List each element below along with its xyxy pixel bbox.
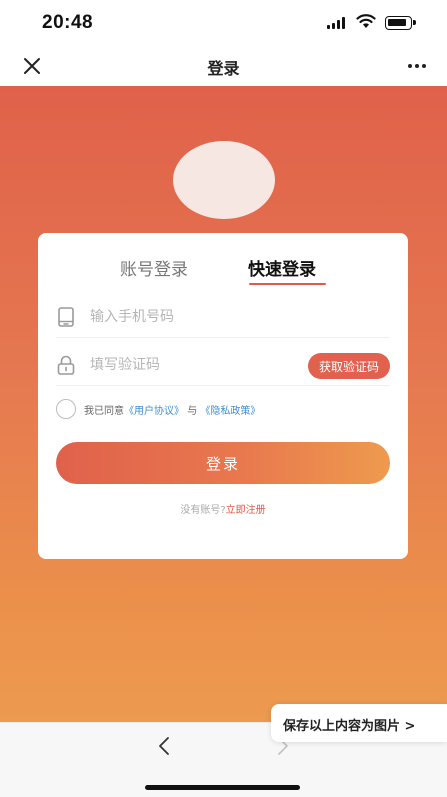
tab-quick-login[interactable]: 快速登录 (248, 255, 316, 280)
wifi-icon (356, 14, 376, 28)
battery-icon (385, 16, 416, 30)
lock-icon (57, 355, 75, 375)
phone-icon (58, 307, 74, 327)
nav-bar: 登录 (0, 46, 447, 86)
privacy-policy-link[interactable]: 《隐私政策》 (200, 406, 260, 417)
cellular-signal-icon (327, 17, 349, 29)
more-dots-icon[interactable] (403, 52, 431, 80)
code-field: 获取验证码 (56, 346, 390, 386)
register-row: 没有账号?立即注册 (38, 501, 408, 516)
agreement-text: 我已同意《用户协议》 与 《隐私政策》 (84, 402, 260, 417)
agreement-conjunction: 与 (187, 406, 198, 417)
back-arrow-icon[interactable] (153, 734, 177, 758)
register-link[interactable]: 立即注册 (226, 505, 266, 516)
status-bar: 20:48 (0, 0, 447, 46)
save-as-image-button[interactable]: 保存以上内容为图片 > (271, 704, 447, 742)
agreement-checkbox[interactable] (56, 399, 76, 419)
get-code-button[interactable]: 获取验证码 (307, 353, 390, 379)
login-button[interactable]: 登录 (56, 442, 390, 484)
agreement-row: 我已同意《用户协议》 与 《隐私政策》 (56, 399, 390, 419)
page-title: 登录 (207, 59, 240, 78)
agreement-prefix: 我已同意 (84, 406, 124, 417)
login-card: 账号登录 快速登录 获取验证码 我已同意《用户协议》 与 《隐私政策》 登录 没… (38, 233, 408, 559)
phone-field (56, 298, 390, 338)
status-time: 20:48 (42, 12, 94, 33)
phone-input[interactable] (90, 303, 290, 331)
verification-code-input[interactable] (90, 351, 290, 379)
register-prompt: 没有账号? (180, 505, 226, 516)
tab-account-login[interactable]: 账号登录 (120, 255, 188, 280)
home-indicator (145, 785, 300, 790)
avatar (173, 141, 275, 219)
user-agreement-link[interactable]: 《用户协议》 (124, 406, 184, 417)
active-tab-indicator (249, 283, 326, 285)
